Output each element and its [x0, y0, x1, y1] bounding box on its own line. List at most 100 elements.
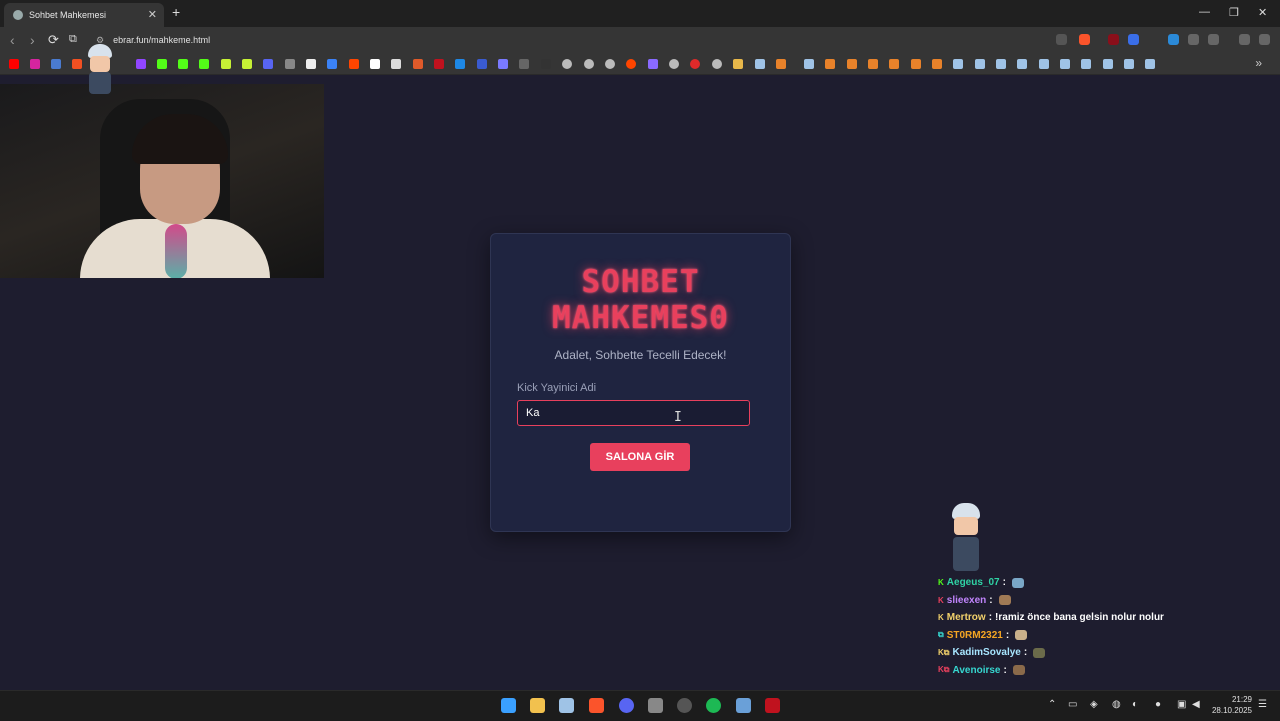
steam-tray-icon[interactable]: ◍ [1112, 699, 1121, 710]
steam-icon[interactable] [559, 698, 574, 713]
bookmark-steam-icon[interactable] [975, 59, 985, 69]
extension-icon[interactable] [1168, 34, 1179, 45]
bookmark-button[interactable]: ⧉ [69, 33, 77, 46]
bookmark-kick-icon[interactable] [178, 59, 188, 69]
clock-date[interactable]: 28.10.2025 [1202, 706, 1252, 715]
tab-sohbet-mahkemesi[interactable]: Sohbet Mahkemesi ✕ [4, 3, 164, 27]
bookmark-icon[interactable] [327, 59, 337, 69]
bookmark-steam-icon[interactable] [1145, 59, 1155, 69]
back-button[interactable]: ‹ [10, 32, 15, 48]
bookmark-icon[interactable] [498, 59, 508, 69]
bookmark-steam-icon[interactable] [1017, 59, 1027, 69]
bookmark-icon[interactable] [413, 59, 423, 69]
bookmark-reddit-icon[interactable] [349, 59, 359, 69]
bookmark-icon[interactable] [263, 59, 273, 69]
chat-username: Aegeus_07 [946, 577, 1000, 589]
bookmark-icon[interactable] [911, 59, 921, 69]
reload-button[interactable]: ⟳ [48, 32, 59, 48]
tray-app-icon[interactable]: ◈ [1090, 699, 1098, 710]
bookmark-icon[interactable] [221, 59, 231, 69]
app-icon[interactable] [736, 698, 751, 713]
bookmark-globe-icon[interactable] [669, 59, 679, 69]
bookmark-icon[interactable] [690, 59, 700, 69]
close-window-button[interactable]: ✕ [1258, 6, 1267, 19]
app-icon[interactable] [765, 698, 780, 713]
bookmark-globe-icon[interactable] [584, 59, 594, 69]
bookmark-icon[interactable] [825, 59, 835, 69]
app-icon[interactable] [648, 698, 663, 713]
ublock-icon[interactable] [1108, 34, 1119, 45]
extension-icon[interactable] [1128, 34, 1139, 45]
streamer-name-input[interactable] [517, 400, 750, 426]
bookmark-icon[interactable] [455, 59, 465, 69]
tray-overflow-icon[interactable]: ⌃ [1048, 699, 1056, 710]
bookmark-icon[interactable] [541, 59, 551, 69]
bookmark-icon[interactable] [519, 59, 529, 69]
clock-time[interactable]: 21:29 [1202, 695, 1252, 704]
bookmark-steam-icon[interactable] [996, 59, 1006, 69]
bookmark-steam-icon[interactable] [1103, 59, 1113, 69]
bookmark-youtube-icon[interactable] [9, 59, 19, 69]
bookmark-steam-icon[interactable] [953, 59, 963, 69]
puzzle-icon[interactable] [1188, 34, 1199, 45]
bookmark-icon[interactable] [51, 59, 61, 69]
bookmark-icon[interactable] [868, 59, 878, 69]
bookmark-icon[interactable] [477, 59, 487, 69]
enter-courtroom-button[interactable]: SALONA GİR [590, 443, 690, 471]
browser-toolbar: ‹ › ⟳ ⧉ ⚙ ebrar.fun/mahkeme.html [0, 27, 1280, 54]
bookmark-icon[interactable] [285, 59, 295, 69]
bookmark-icon[interactable] [434, 59, 444, 69]
bookmark-steam-icon[interactable] [1124, 59, 1134, 69]
bookmark-steam-icon[interactable] [1060, 59, 1070, 69]
bookmark-icon[interactable] [889, 59, 899, 69]
bookmark-globe-icon[interactable] [562, 59, 572, 69]
network-icon[interactable]: ◐ [1132, 699, 1138, 710]
chat-badge-icon: K [938, 578, 944, 588]
bookmark-icon[interactable] [648, 59, 658, 69]
volume-icon[interactable]: ◀ [1192, 699, 1200, 710]
notification-icon[interactable]: ☰ [1258, 699, 1267, 710]
address-bar[interactable]: ⚙ ebrar.fun/mahkeme.html [90, 30, 1100, 50]
display-icon[interactable]: ▣ [1177, 699, 1186, 710]
brave-icon[interactable] [589, 698, 604, 713]
bookmark-icon[interactable] [932, 59, 942, 69]
spotify-icon[interactable] [706, 698, 721, 713]
bookmark-icon[interactable] [776, 59, 786, 69]
microphone-icon[interactable]: ● [1155, 699, 1161, 710]
media-icon[interactable] [1239, 34, 1250, 45]
bookmark-steam-icon[interactable] [1039, 59, 1049, 69]
bookmark-instagram-icon[interactable] [30, 59, 40, 69]
bookmark-steam-icon[interactable] [804, 59, 814, 69]
start-icon[interactable] [501, 698, 516, 713]
bookmark-patreon-icon[interactable] [370, 59, 380, 69]
bookmark-icon[interactable] [242, 59, 252, 69]
bookmark-kick-icon[interactable] [199, 59, 209, 69]
bookmark-globe-icon[interactable] [712, 59, 722, 69]
bookmark-globe-icon[interactable] [605, 59, 615, 69]
share-icon[interactable] [1056, 34, 1067, 45]
forward-button[interactable]: › [30, 32, 35, 48]
tab-close-icon[interactable]: ✕ [148, 8, 157, 21]
bookmarks-overflow-icon[interactable]: » [1255, 56, 1262, 70]
bookmark-x-icon[interactable] [306, 59, 316, 69]
minimize-button[interactable]: — [1199, 6, 1210, 18]
chat-separator: : [989, 594, 993, 606]
file-explorer-icon[interactable] [530, 698, 545, 713]
bookmark-twitch-icon[interactable] [136, 59, 146, 69]
restore-button[interactable]: ❐ [1229, 6, 1239, 19]
new-tab-button[interactable]: + [172, 4, 180, 20]
discord-icon[interactable] [619, 698, 634, 713]
bookmark-icon[interactable] [847, 59, 857, 69]
bookmark-steam-icon[interactable] [755, 59, 765, 69]
brave-shield-icon[interactable] [1079, 34, 1090, 45]
battery-icon[interactable]: ▭ [1068, 699, 1077, 710]
bookmark-steam-icon[interactable] [1081, 59, 1091, 69]
bookmark-folder-icon[interactable] [733, 59, 743, 69]
bookmark-reddit-icon[interactable] [626, 59, 636, 69]
app-icon[interactable] [677, 698, 692, 713]
bookmark-kick-icon[interactable] [157, 59, 167, 69]
sidebar-icon[interactable] [1208, 34, 1219, 45]
menu-icon[interactable] [1259, 34, 1270, 45]
chat-message: Kslieexen: [938, 592, 1278, 610]
bookmark-amazon-icon[interactable] [391, 59, 401, 69]
